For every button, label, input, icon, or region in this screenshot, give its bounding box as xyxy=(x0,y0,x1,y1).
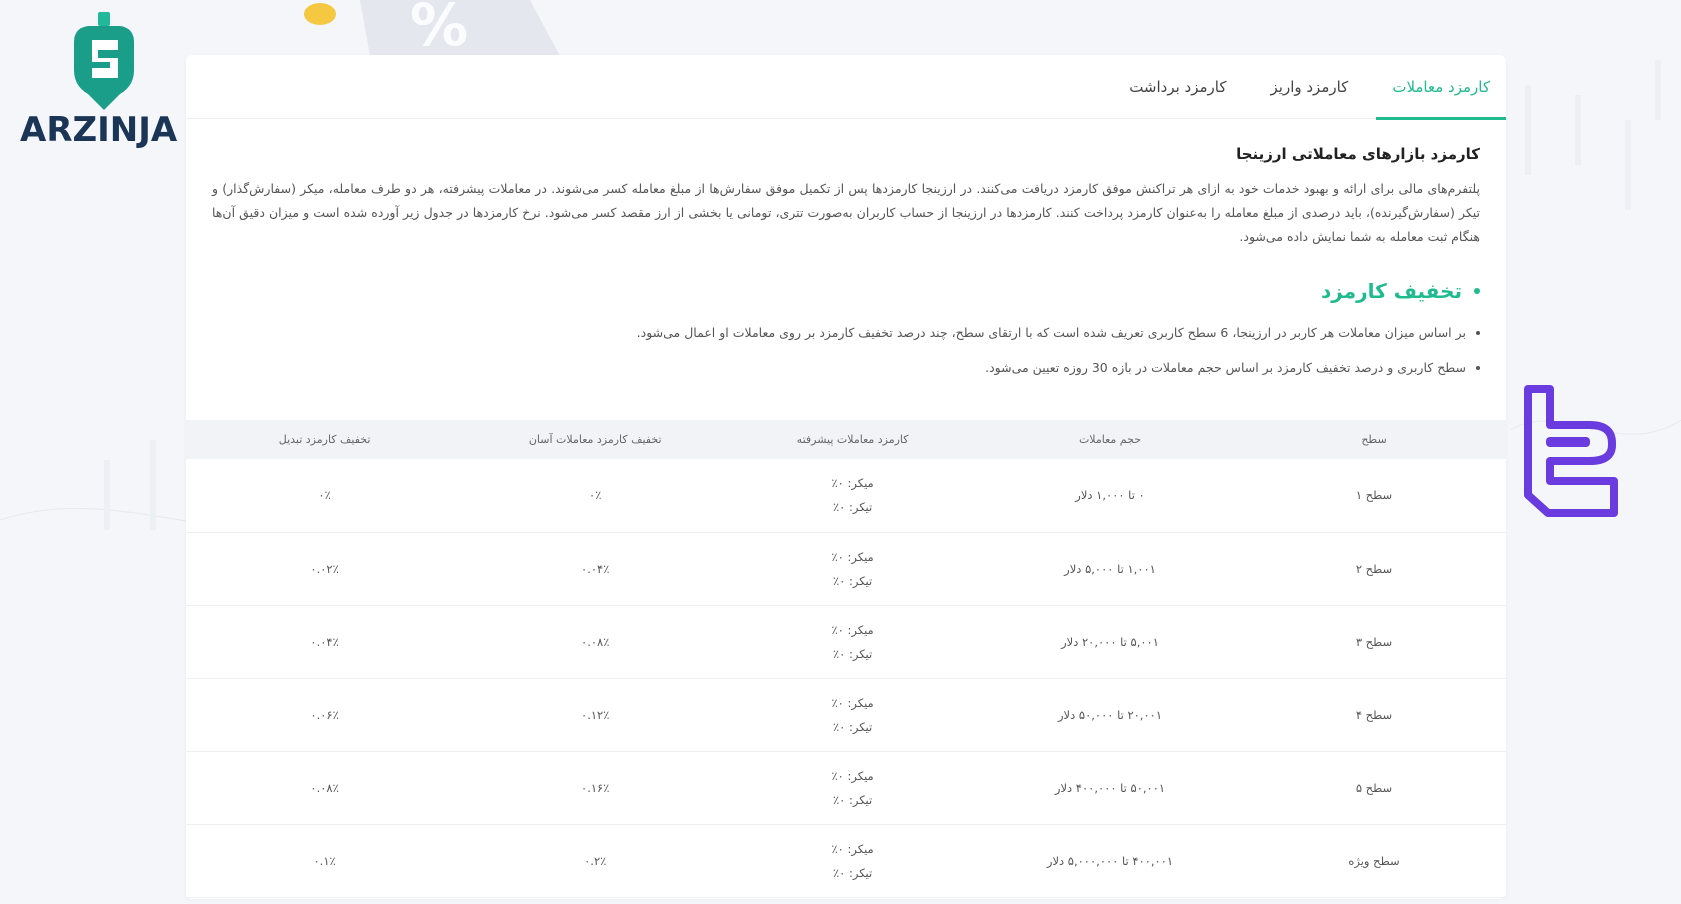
fee-tabs: کارمزد معاملات کارمزد واریز کارمزد برداش… xyxy=(186,55,1506,120)
table-row: سطح ۱ ۰ تا ۱,۰۰۰ دلار میکر: ۰٪ تیکر: ۰٪ ۰… xyxy=(186,459,1506,533)
cell-convert-discount: ۰.۰۲٪ xyxy=(186,532,464,606)
coin-icon xyxy=(304,3,336,25)
fees-card: کارمزد معاملات کارمزد واریز کارمزد برداش… xyxy=(186,55,1506,899)
header-volume: حجم معاملات xyxy=(978,420,1242,459)
table-row: سطح ۴ ۲۰,۰۰۱ تا ۵۰,۰۰۰ دلار میکر: ۰٪ تیکر… xyxy=(186,678,1506,752)
cell-advanced-fee: میکر: ۰٪ تیکر: ۰٪ xyxy=(727,678,978,752)
bullet-icon xyxy=(1476,365,1480,370)
taker-fee: تیکر: ۰٪ xyxy=(832,865,873,880)
discount-title: تخفیف کارمزد xyxy=(212,279,1480,303)
cell-easy-discount: ۰.۰۸٪ xyxy=(463,605,728,679)
header-advanced-fee: کارمزد معاملات پیشرفته xyxy=(727,420,978,459)
cell-advanced-fee: میکر: ۰٪ تیکر: ۰٪ xyxy=(727,605,978,679)
cell-volume: ۵,۰۰۱ تا ۲۰,۰۰۰ دلار xyxy=(978,605,1242,679)
cell-level: سطح ۵ xyxy=(1242,751,1506,825)
bullet-text: بر اساس میزان معاملات هر کاربر در ارزینج… xyxy=(636,325,1466,340)
cell-level: سطح ویژه xyxy=(1242,824,1506,898)
cell-volume: ۰ تا ۱,۰۰۰ دلار xyxy=(978,459,1242,533)
taker-fee: تیکر: ۰٪ xyxy=(832,573,873,588)
cell-level: سطح ۳ xyxy=(1242,605,1506,679)
cell-convert-discount: ۰.۱٪ xyxy=(186,824,464,898)
cell-advanced-fee: میکر: ۰٪ تیکر: ۰٪ xyxy=(727,751,978,825)
maker-fee: میکر: ۰٪ xyxy=(831,622,874,637)
tab-trading-fees[interactable]: کارمزد معاملات xyxy=(1376,55,1506,120)
bullet-icon xyxy=(1474,288,1480,294)
cell-volume: ۱,۰۰۱ تا ۵,۰۰۰ دلار xyxy=(978,532,1242,606)
taker-fee: تیکر: ۰٪ xyxy=(832,792,873,807)
cell-convert-discount: ۰٪ xyxy=(186,459,464,533)
cell-level: سطح ۱ xyxy=(1242,459,1506,533)
cell-level: سطح ۴ xyxy=(1242,678,1506,752)
header-level: سطح xyxy=(1242,420,1506,459)
table-row: سطح ۳ ۵,۰۰۱ تا ۲۰,۰۰۰ دلار میکر: ۰٪ تیکر:… xyxy=(186,605,1506,679)
maker-fee: میکر: ۰٪ xyxy=(831,695,874,710)
cell-convert-discount: ۰.۰۴٪ xyxy=(186,605,464,679)
tab-withdrawal-fees[interactable]: کارمزد برداشت xyxy=(1113,55,1242,119)
intro-text: پلتفرم‌های مالی برای ارائه و بهبود خدمات… xyxy=(212,181,1480,244)
taker-fee: تیکر: ۰٪ xyxy=(832,500,873,515)
intro-title: کارمزد بازارهای معاملاتی ارزینجا xyxy=(1236,145,1480,163)
cell-easy-discount: ۰٪ xyxy=(463,459,728,533)
table-row: سطح ۵ ۵۰,۰۰۱ تا ۴۰۰,۰۰۰ دلار میکر: ۰٪ تیک… xyxy=(186,751,1506,825)
cell-volume: ۴۰۰,۰۰۱ تا ۵,۰۰۰,۰۰۰ دلار xyxy=(978,824,1242,898)
cell-volume: ۵۰,۰۰۱ تا ۴۰۰,۰۰۰ دلار xyxy=(978,751,1242,825)
brand-logo[interactable]: ARZINJA xyxy=(18,10,178,160)
tab-deposit-fees[interactable]: کارمزد واریز xyxy=(1255,55,1365,119)
header-easy-discount: تخفیف کارمزد معاملات آسان xyxy=(463,420,728,459)
fees-content: کارمزد بازارهای معاملاتی ارزینجا پلتفرم‌… xyxy=(186,145,1506,375)
cell-easy-discount: ۰.۲٪ xyxy=(463,824,728,898)
cell-easy-discount: ۰.۱۲٪ xyxy=(463,678,728,752)
cell-convert-discount: ۰.۰۸٪ xyxy=(186,751,464,825)
cell-advanced-fee: میکر: ۰٪ تیکر: ۰٪ xyxy=(727,459,978,533)
header-convert-discount: تخفیف کارمزد تبدیل xyxy=(186,420,464,459)
cell-advanced-fee: میکر: ۰٪ تیکر: ۰٪ xyxy=(727,532,978,606)
discount-bullets: بر اساس میزان معاملات هر کاربر در ارزینج… xyxy=(212,325,1480,375)
table-row: سطح ۲ ۱,۰۰۱ تا ۵,۰۰۰ دلار میکر: ۰٪ تیکر: … xyxy=(186,532,1506,606)
discount-title-text: تخفیف کارمزد xyxy=(1320,279,1462,303)
table-header-row: سطح حجم معاملات کارمزد معاملات پیشرفته ت… xyxy=(186,420,1506,459)
logo-icon xyxy=(74,12,134,110)
brand-name: ARZINJA xyxy=(20,110,178,150)
list-item: بر اساس میزان معاملات هر کاربر در ارزینج… xyxy=(212,325,1480,340)
taker-fee: تیکر: ۰٪ xyxy=(832,719,873,734)
bullet-icon xyxy=(1476,330,1480,335)
maker-fee: میکر: ۰٪ xyxy=(831,549,874,564)
table-row: سطح ویژه ۴۰۰,۰۰۱ تا ۵,۰۰۰,۰۰۰ دلار میکر:… xyxy=(186,824,1506,898)
cell-level: سطح ۲ xyxy=(1242,532,1506,606)
cell-convert-discount: ۰.۰۶٪ xyxy=(186,678,464,752)
maker-fee: میکر: ۰٪ xyxy=(831,768,874,783)
list-item: سطح کاربری و درصد تخفیف کارمزد بر اساس ح… xyxy=(212,360,1480,375)
promo-graphic: % xyxy=(304,0,560,56)
cell-volume: ۲۰,۰۰۱ تا ۵۰,۰۰۰ دلار xyxy=(978,678,1242,752)
bullet-text: سطح کاربری و درصد تخفیف کارمزد بر اساس ح… xyxy=(985,360,1466,375)
maker-fee: میکر: ۰٪ xyxy=(831,841,874,856)
cell-easy-discount: ۰.۰۴٪ xyxy=(463,532,728,606)
taker-fee: تیکر: ۰٪ xyxy=(832,646,873,661)
maker-fee: میکر: ۰٪ xyxy=(831,476,874,491)
percent-icon: % xyxy=(410,0,468,56)
watermark-logo-icon xyxy=(1524,385,1618,517)
cell-easy-discount: ۰.۱۶٪ xyxy=(463,751,728,825)
cell-advanced-fee: میکر: ۰٪ تیکر: ۰٪ xyxy=(727,824,978,898)
fees-table: سطح حجم معاملات کارمزد معاملات پیشرفته ت… xyxy=(186,420,1506,898)
